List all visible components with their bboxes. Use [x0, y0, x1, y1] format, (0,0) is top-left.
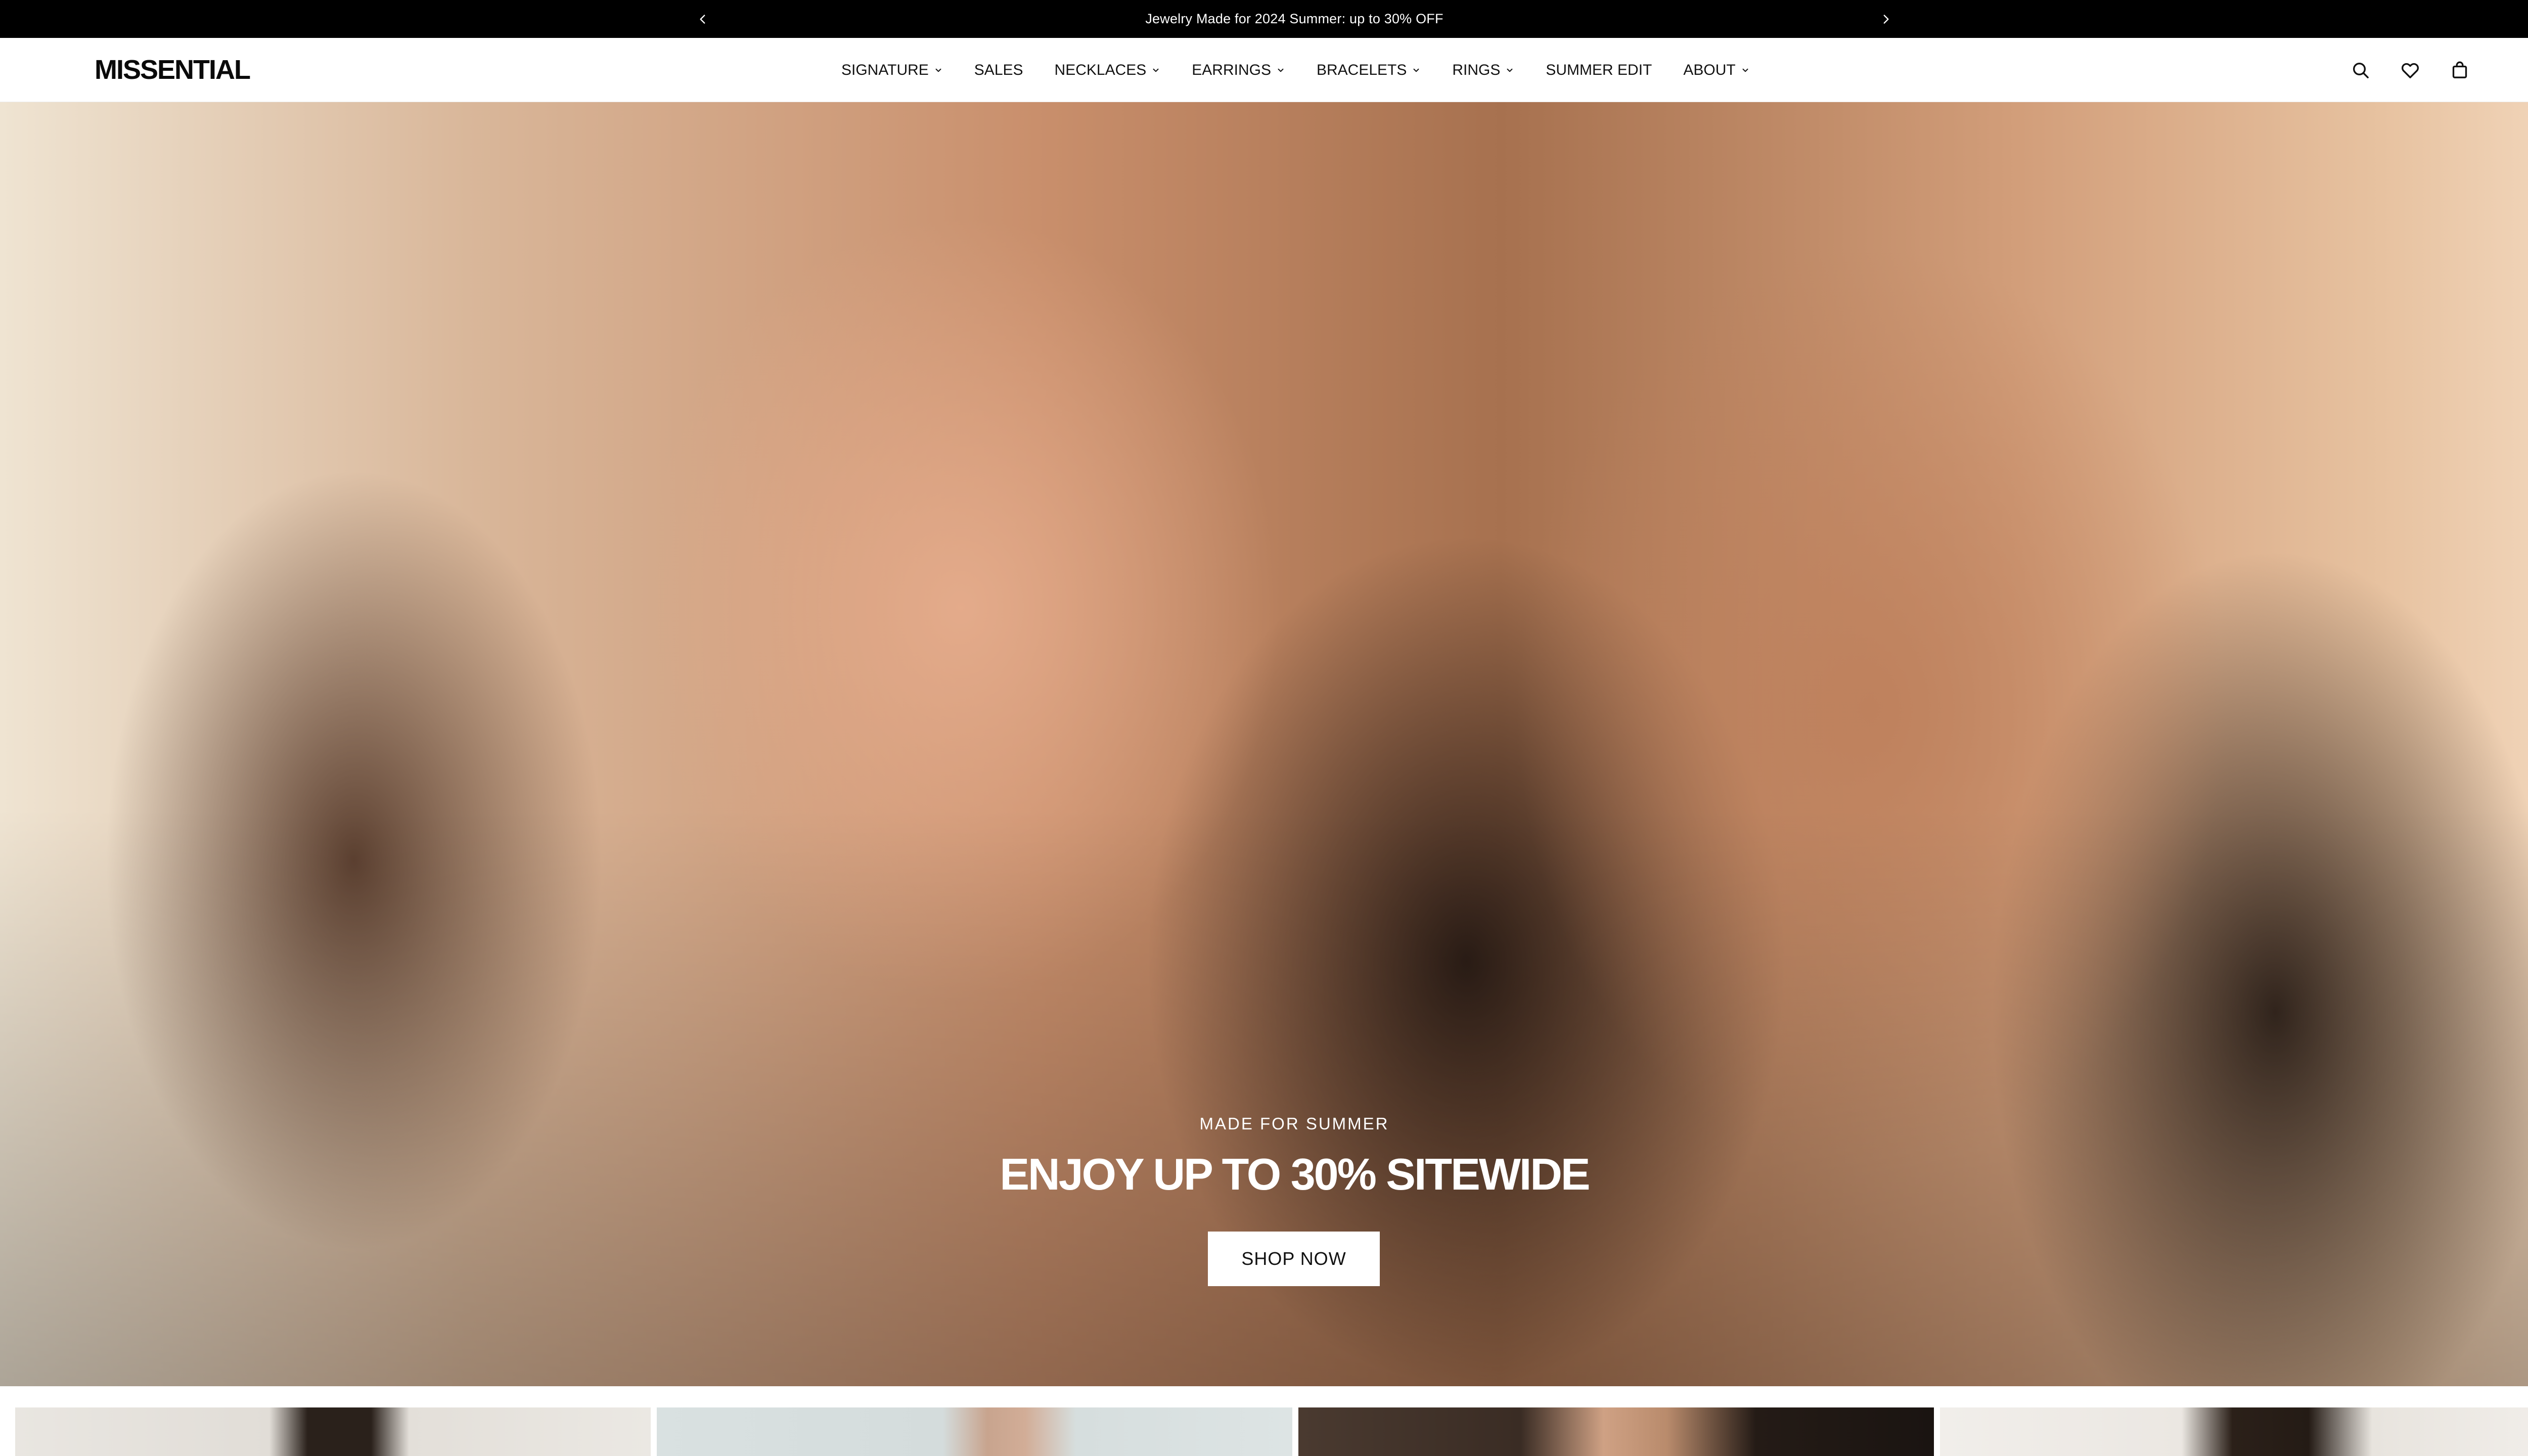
category-tiles	[15, 1407, 2528, 1456]
nav-item-sales[interactable]: SALES	[974, 62, 1023, 79]
nav-label: BRACELETS	[1316, 61, 1407, 78]
chevron-down-icon	[1153, 68, 1159, 72]
category-tile[interactable]	[15, 1407, 651, 1456]
nav-item-summer-edit[interactable]: SUMMER EDIT	[1546, 62, 1652, 79]
nav-item-signature[interactable]: SIGNATURE	[841, 62, 943, 79]
chevron-down-icon	[1742, 68, 1748, 72]
shop-now-button[interactable]: SHOP NOW	[1208, 1232, 1380, 1286]
nav-label: RINGS	[1452, 61, 1501, 78]
nav-label: SALES	[974, 61, 1023, 78]
nav-item-earrings[interactable]: EARRINGS	[1192, 62, 1285, 79]
main-nav: SIGNATURE SALES NECKLACES EARRINGS BRACE…	[841, 38, 1750, 102]
header-actions	[2350, 38, 2470, 102]
announcement-prev-button[interactable]	[684, 0, 721, 38]
nav-item-about[interactable]: ABOUT	[1683, 62, 1749, 79]
chevron-down-icon	[1278, 68, 1284, 72]
shopping-bag-icon	[2452, 61, 2467, 78]
announcement-bar: Jewelry Made for 2024 Summer: up to 30% …	[0, 0, 2528, 38]
nav-label: SIGNATURE	[841, 61, 929, 78]
search-button[interactable]	[2350, 60, 2371, 81]
chevron-left-icon	[699, 14, 705, 24]
chevron-down-icon	[1507, 68, 1513, 72]
logo[interactable]: MISSENTIAL	[95, 38, 251, 102]
category-tile[interactable]	[1298, 1407, 1934, 1456]
nav-label: SUMMER EDIT	[1546, 61, 1652, 78]
wishlist-button[interactable]	[2400, 60, 2421, 81]
hero-banner: MADE FOR SUMMER ENJOY UP TO 30% SITEWIDE…	[0, 102, 2528, 1386]
nav-label: NECKLACES	[1054, 61, 1147, 78]
hero-title: ENJOY UP TO 30% SITEWIDE	[1000, 1149, 1590, 1199]
chevron-down-icon	[935, 68, 941, 72]
category-tile[interactable]	[657, 1407, 1292, 1456]
heart-icon	[2402, 63, 2419, 78]
announcement-next-button[interactable]	[1867, 0, 1905, 38]
nav-label: ABOUT	[1683, 61, 1736, 78]
site-header: MISSENTIAL SIGNATURE SALES NECKLACES EAR…	[0, 38, 2528, 102]
nav-item-necklaces[interactable]: NECKLACES	[1055, 62, 1161, 79]
search-icon	[2353, 62, 2369, 78]
cart-button[interactable]	[2449, 60, 2470, 81]
chevron-down-icon	[1413, 68, 1419, 72]
hero-subtitle: MADE FOR SUMMER	[1199, 1114, 1389, 1133]
nav-item-bracelets[interactable]: BRACELETS	[1317, 62, 1421, 79]
category-tile[interactable]	[1940, 1407, 2528, 1456]
chevron-right-icon	[1883, 14, 1889, 24]
nav-item-rings[interactable]: RINGS	[1452, 62, 1514, 79]
announcement-text: Jewelry Made for 2024 Summer: up to 30% …	[1145, 11, 1443, 26]
nav-label: EARRINGS	[1192, 61, 1271, 78]
